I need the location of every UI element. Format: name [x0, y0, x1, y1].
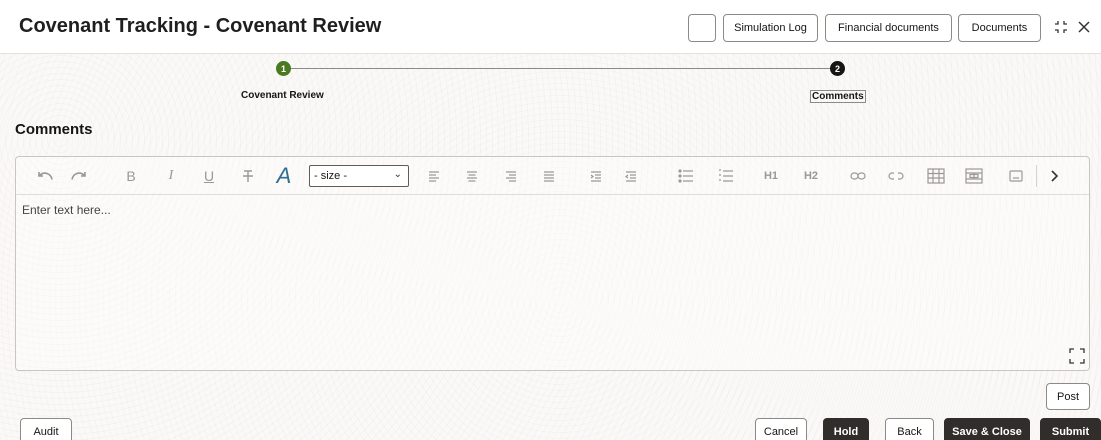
- toolbar-divider: [1036, 165, 1037, 187]
- back-button[interactable]: Back: [885, 418, 934, 440]
- bullet-list-icon[interactable]: [676, 166, 696, 186]
- step-1-indicator[interactable]: 1: [276, 61, 291, 76]
- image-icon[interactable]: [1006, 166, 1026, 186]
- align-right-icon[interactable]: [501, 166, 521, 186]
- numbered-list-icon[interactable]: [716, 166, 736, 186]
- blank-button[interactable]: [688, 14, 716, 42]
- page-header: Covenant Tracking - Covenant Review Simu…: [0, 0, 1101, 54]
- italic-icon[interactable]: I: [161, 166, 181, 186]
- table-props-icon[interactable]: [964, 166, 984, 186]
- align-center-icon[interactable]: [462, 166, 482, 186]
- undo-icon[interactable]: [36, 166, 56, 186]
- unlink-icon[interactable]: [886, 166, 906, 186]
- section-title: Comments: [15, 121, 93, 138]
- submit-button[interactable]: Submit: [1040, 418, 1101, 440]
- font-size-select[interactable]: - size - ⌄: [309, 165, 409, 187]
- table-icon[interactable]: [926, 166, 946, 186]
- indent-icon[interactable]: [586, 166, 606, 186]
- close-icon[interactable]: [1073, 16, 1095, 38]
- step-2-label[interactable]: Comments: [810, 90, 866, 103]
- heading-1-icon[interactable]: H1: [761, 166, 781, 186]
- documents-button[interactable]: Documents: [958, 14, 1041, 42]
- step-1-label[interactable]: Covenant Review: [241, 90, 324, 101]
- hold-button[interactable]: Hold: [823, 418, 869, 440]
- financial-documents-button[interactable]: Financial documents: [825, 14, 952, 42]
- font-color-icon[interactable]: A: [274, 163, 294, 188]
- rich-text-editor[interactable]: B I U A - size - ⌄ H1 H2 Enter text here…: [15, 156, 1090, 371]
- simulation-log-button[interactable]: Simulation Log: [723, 14, 818, 42]
- collapse-icon[interactable]: [1050, 16, 1072, 38]
- strikethrough-icon[interactable]: [238, 166, 258, 186]
- outdent-icon[interactable]: [621, 166, 641, 186]
- more-chevron-icon[interactable]: [1044, 166, 1064, 186]
- underline-icon[interactable]: U: [199, 166, 219, 186]
- bold-icon[interactable]: B: [121, 166, 141, 186]
- chevron-down-icon: ⌄: [393, 169, 402, 180]
- save-close-button[interactable]: Save & Close: [944, 418, 1030, 440]
- redo-icon[interactable]: [68, 166, 88, 186]
- page-title: Covenant Tracking - Covenant Review: [19, 15, 382, 37]
- link-icon[interactable]: [848, 166, 868, 186]
- heading-2-icon[interactable]: H2: [801, 166, 821, 186]
- train-connector: [289, 68, 838, 69]
- post-button[interactable]: Post: [1046, 383, 1090, 410]
- cancel-button[interactable]: Cancel: [755, 418, 807, 440]
- align-left-icon[interactable]: [424, 166, 444, 186]
- editor-toolbar: B I U A - size - ⌄ H1 H2: [16, 157, 1089, 195]
- editor-placeholder[interactable]: Enter text here...: [22, 203, 111, 217]
- font-size-value: - size -: [314, 170, 347, 182]
- align-justify-icon[interactable]: [539, 166, 559, 186]
- audit-button[interactable]: Audit: [20, 418, 72, 440]
- fullscreen-icon[interactable]: [1068, 347, 1086, 365]
- step-2-indicator[interactable]: 2: [830, 61, 845, 76]
